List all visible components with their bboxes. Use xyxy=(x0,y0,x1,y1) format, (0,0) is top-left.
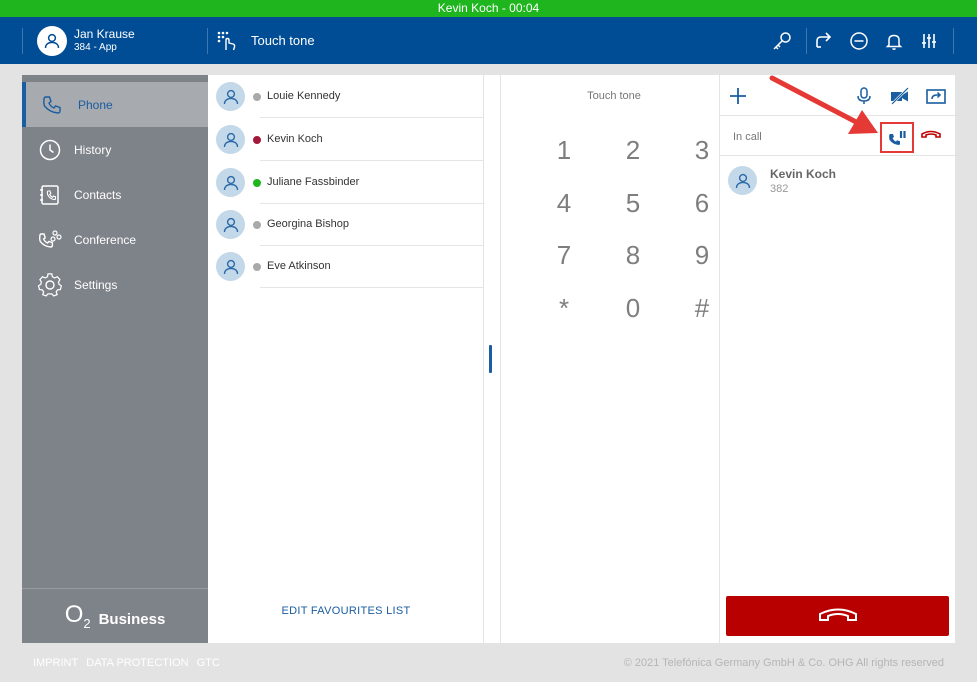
gtc-link[interactable]: GTC xyxy=(197,657,220,669)
sidebar: Phone History Contacts Conference Settin… xyxy=(22,75,208,643)
hangup-icon[interactable] xyxy=(920,127,942,148)
keypad-title: Touch tone xyxy=(587,90,641,102)
keypad-key[interactable]: 1 xyxy=(539,135,589,166)
presence-dot xyxy=(253,263,261,271)
conference-icon xyxy=(22,228,74,252)
touch-tone-keypad: Touch tone 1 2 3 4 5 6 7 8 9 * 0 # xyxy=(500,75,720,643)
keypad-key[interactable]: 4 xyxy=(539,188,589,219)
user-extension: 384 - App xyxy=(74,42,117,53)
sidebar-item-conference[interactable]: Conference xyxy=(22,217,208,262)
imprint-link[interactable]: IMPRINT xyxy=(33,657,78,669)
hangup-icon xyxy=(818,608,857,621)
contact-avatar-icon xyxy=(216,82,245,111)
plus-icon[interactable] xyxy=(725,83,751,109)
caller-avatar-icon xyxy=(728,166,757,195)
header: Jan Krause 384 - App Touch tone xyxy=(0,17,977,64)
presence-dot xyxy=(253,93,261,101)
call-status-bar: In call xyxy=(720,115,955,156)
clock-icon xyxy=(22,138,74,162)
call-status-label: In call xyxy=(733,131,762,143)
contacts-icon xyxy=(22,183,74,207)
transfer-icon[interactable] xyxy=(923,83,949,109)
user-icon xyxy=(44,33,60,49)
panel-resize-handle[interactable] xyxy=(489,345,492,373)
phone-hold-icon xyxy=(889,130,906,145)
favourite-item[interactable]: Louie Kennedy xyxy=(208,75,484,118)
data-protection-link[interactable]: DATA PROTECTION xyxy=(86,657,188,669)
presence-dot xyxy=(253,136,261,144)
favourite-name: Louie Kennedy xyxy=(267,90,341,102)
keypad-key[interactable]: 2 xyxy=(608,135,658,166)
phone-icon xyxy=(26,94,78,116)
call-panel: In call Kevin Koch 382 xyxy=(720,75,955,643)
keypad-key[interactable]: 8 xyxy=(608,240,658,271)
active-call-bar[interactable]: Kevin Koch - 00:04 xyxy=(0,0,977,17)
contact-avatar-icon xyxy=(216,252,245,281)
user-avatar[interactable] xyxy=(37,26,67,56)
header-divider xyxy=(22,28,23,54)
caller-name: Kevin Koch xyxy=(770,167,837,181)
sliders-icon[interactable] xyxy=(917,29,941,53)
caller-extension: 382 xyxy=(770,183,789,195)
user-name: Jan Krause xyxy=(74,27,135,41)
divider xyxy=(260,287,484,288)
sidebar-item-label: Settings xyxy=(74,277,118,292)
favourite-item[interactable]: Juliane Fassbinder xyxy=(208,161,484,204)
o2-business-logo: O2 Business xyxy=(22,588,208,643)
edit-favourites-button[interactable]: EDIT FAVOURITES LIST xyxy=(208,605,484,617)
footer-links: IMPRINT DATA PROTECTION GTC xyxy=(33,657,225,669)
keypad-key[interactable]: 5 xyxy=(608,188,658,219)
favourite-name: Kevin Koch xyxy=(267,133,323,145)
keypad-key[interactable]: 0 xyxy=(608,293,658,324)
sidebar-item-history[interactable]: History xyxy=(22,127,208,172)
header-divider xyxy=(806,28,807,54)
contact-avatar-icon xyxy=(216,210,245,239)
touch-tone-label[interactable]: Touch tone xyxy=(251,33,315,48)
favourite-item[interactable]: Georgina Bishop xyxy=(208,203,484,246)
app-container: Phone History Contacts Conference Settin… xyxy=(22,75,955,643)
header-divider xyxy=(953,28,954,54)
header-divider xyxy=(207,28,208,54)
logo-business: Business xyxy=(98,610,166,628)
favourite-name: Georgina Bishop xyxy=(267,218,349,230)
sidebar-item-label: History xyxy=(74,142,112,157)
presence-dot xyxy=(253,179,261,187)
sidebar-item-contacts[interactable]: Contacts xyxy=(22,172,208,217)
end-call-button[interactable] xyxy=(726,596,949,636)
keypad-key[interactable]: * xyxy=(539,293,589,324)
hold-button[interactable] xyxy=(880,122,914,153)
sidebar-item-phone[interactable]: Phone xyxy=(22,82,208,127)
sidebar-item-label: Conference xyxy=(74,232,137,247)
sidebar-item-settings[interactable]: Settings xyxy=(22,262,208,307)
video-off-icon[interactable] xyxy=(887,83,913,109)
do-not-disturb-icon[interactable] xyxy=(847,29,871,53)
favourite-item[interactable]: Kevin Koch xyxy=(208,118,484,161)
logo-o2: O2 xyxy=(64,601,91,631)
call-forward-icon[interactable] xyxy=(812,29,836,53)
contact-avatar-icon xyxy=(216,125,245,154)
sidebar-item-label: Contacts xyxy=(74,187,122,202)
dialpad-hand-icon[interactable] xyxy=(216,30,238,57)
gear-icon xyxy=(22,272,74,298)
favourite-name: Juliane Fassbinder xyxy=(267,176,360,188)
key-icon[interactable] xyxy=(770,29,794,53)
favourite-name: Eve Atkinson xyxy=(267,260,331,272)
contact-avatar-icon xyxy=(216,168,245,197)
favourite-item[interactable]: Eve Atkinson xyxy=(208,245,484,288)
keypad-key[interactable]: 7 xyxy=(539,240,589,271)
favourites-list: Louie Kennedy Kevin Koch Juliane Fassbin… xyxy=(208,75,484,643)
copyright: © 2021 Telefónica Germany GmbH & Co. OHG… xyxy=(623,657,944,669)
microphone-icon[interactable] xyxy=(851,83,877,109)
sidebar-item-label: Phone xyxy=(78,97,113,112)
presence-dot xyxy=(253,221,261,229)
bell-icon[interactable] xyxy=(882,29,906,53)
